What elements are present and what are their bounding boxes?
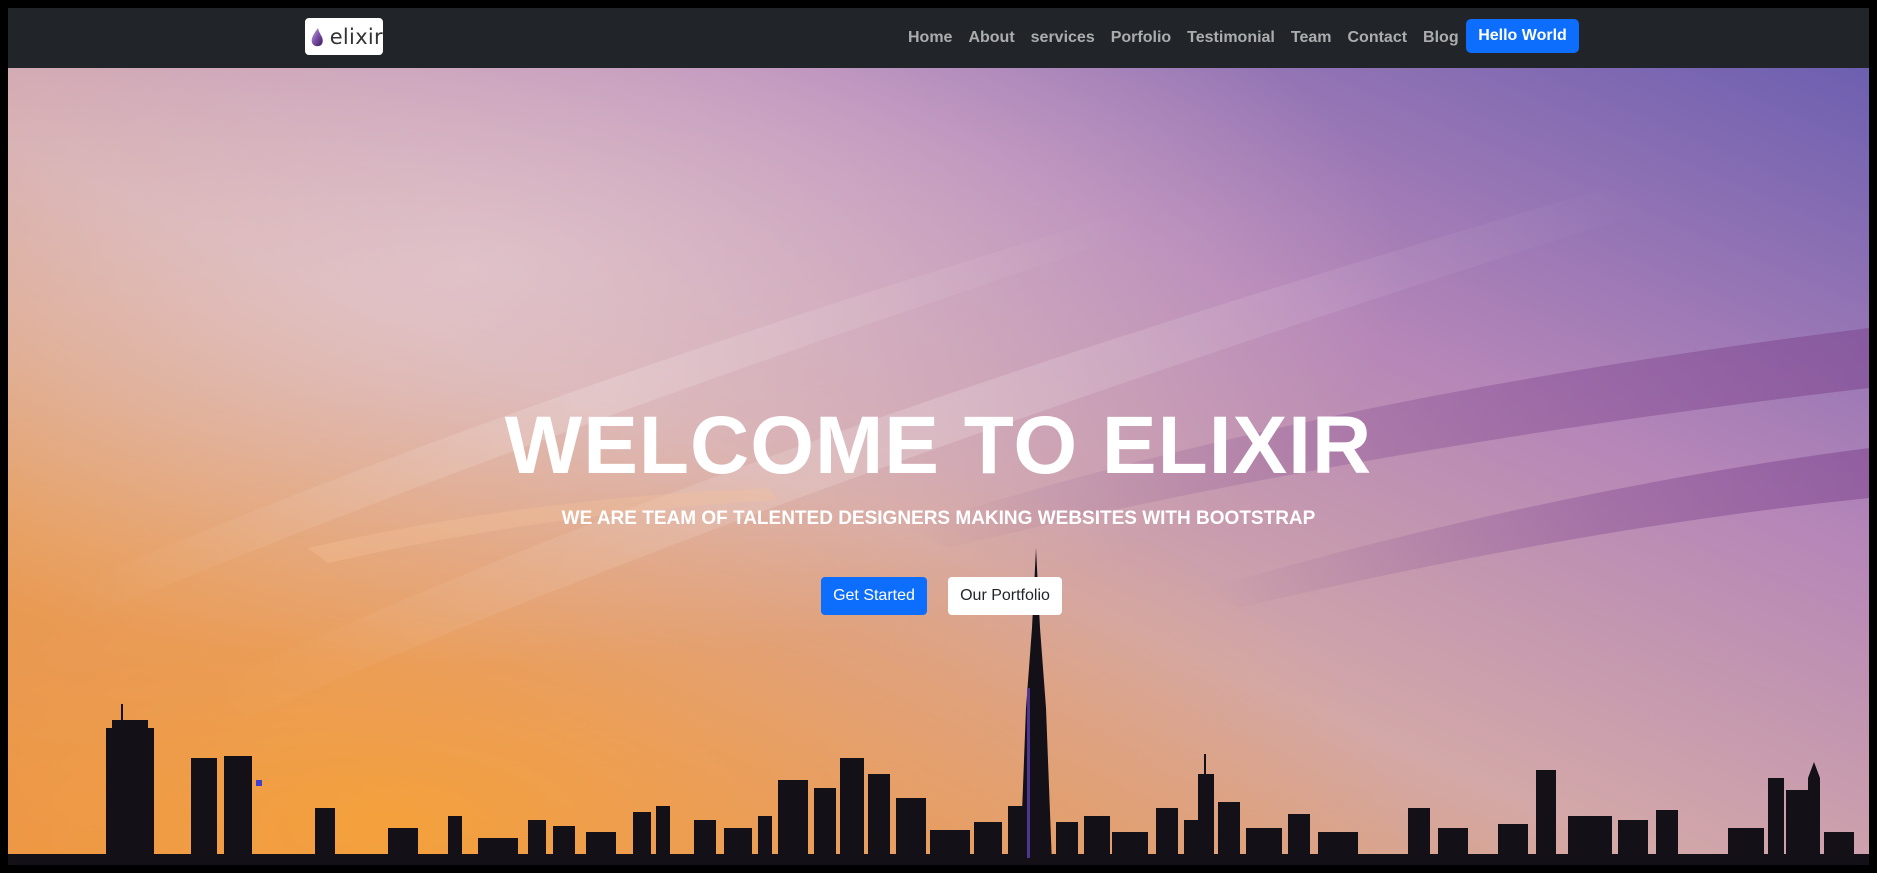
nav-link-testimonial[interactable]: Testimonial <box>1187 29 1275 47</box>
hero-section: WELCOME TO ELIXIR WE ARE TEAM OF TALENTE… <box>8 68 1869 865</box>
hello-world-button[interactable]: Hello World <box>1466 19 1579 53</box>
nav-link-contact[interactable]: Contact <box>1347 29 1407 47</box>
nav-link-portfolio[interactable]: Porfolio <box>1111 29 1171 47</box>
elixir-drop-icon <box>311 27 323 46</box>
our-portfolio-button[interactable]: Our Portfolio <box>948 577 1062 615</box>
get-started-button[interactable]: Get Started <box>821 577 927 615</box>
hero-title: WELCOME TO ELIXIR <box>504 400 1373 491</box>
nav-link-team[interactable]: Team <box>1291 29 1332 47</box>
nav-link-blog[interactable]: Blog <box>1423 29 1459 47</box>
browser-viewport: elixir Home About services Porfolio Test… <box>8 8 1869 865</box>
nav-link-home[interactable]: Home <box>908 29 952 47</box>
nav-link-services[interactable]: services <box>1031 29 1095 47</box>
brand-logo-link[interactable]: elixir <box>305 18 383 55</box>
nav-link-about[interactable]: About <box>968 29 1014 47</box>
brand-text: elixir <box>329 24 383 49</box>
hero-subtitle: WE ARE TEAM OF TALENTED DESIGNERS MAKING… <box>561 508 1316 529</box>
nav-links: Home About services Porfolio Testimonial… <box>908 8 1475 68</box>
navbar: elixir Home About services Porfolio Test… <box>8 8 1869 68</box>
